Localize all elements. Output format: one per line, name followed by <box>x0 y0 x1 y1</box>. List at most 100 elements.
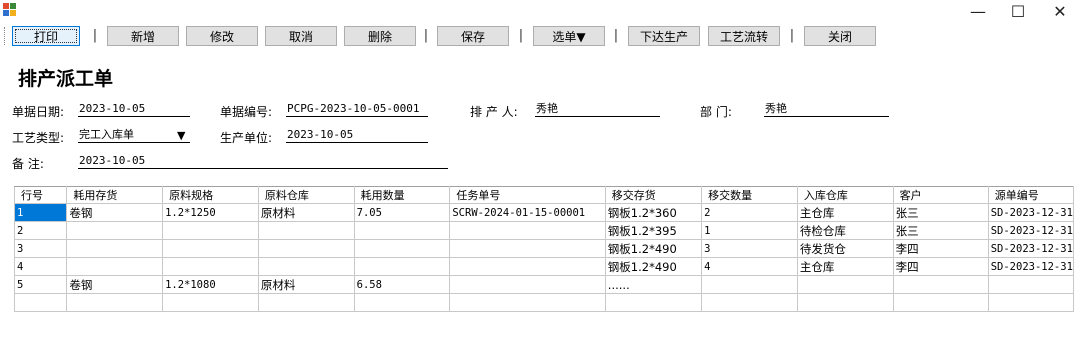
table-cell[interactable]: 待发货仓 <box>796 239 894 258</box>
table-cell[interactable]: SD-2023-12-31 <box>987 203 1074 222</box>
table-row[interactable]: 1 卷钢 1.2*1250 原材料 7.05 SCRW-2024-01-15-0… <box>13 203 1074 222</box>
toolbar-grip[interactable] <box>4 27 7 45</box>
table-cell[interactable] <box>162 239 259 258</box>
table-cell[interactable]: ...... <box>604 275 703 294</box>
process-flow-button[interactable]: 工艺流转 <box>708 26 780 46</box>
column-header-row-no[interactable]: 行号 <box>13 186 68 204</box>
table-cell[interactable] <box>66 293 164 312</box>
maximize-button[interactable]: ☐ <box>998 0 1038 22</box>
table-cell[interactable]: 李四 <box>892 239 989 258</box>
table-cell[interactable] <box>987 293 1074 312</box>
table-cell[interactable]: 3 <box>13 239 68 258</box>
table-cell[interactable] <box>257 239 355 258</box>
table-cell[interactable] <box>701 275 798 294</box>
close-window-button[interactable]: ✕ <box>1040 0 1074 22</box>
table-cell[interactable] <box>66 221 164 240</box>
table-cell[interactable] <box>796 275 894 294</box>
column-header-material-warehouse[interactable]: 原料仓库 <box>257 186 355 204</box>
minimize-button[interactable]: — <box>958 0 998 22</box>
table-cell[interactable]: 2 <box>701 203 798 222</box>
table-cell[interactable] <box>353 239 451 258</box>
dropdown-arrow-icon[interactable]: ▼ <box>177 129 185 142</box>
column-header-customer[interactable]: 客户 <box>892 186 989 204</box>
cancel-button[interactable]: 取消 <box>265 26 337 46</box>
table-cell[interactable]: 张三 <box>892 221 989 240</box>
table-cell[interactable]: 原材料 <box>257 203 355 222</box>
table-row[interactable]: 3 钢板1.2*490 3 待发货仓 李四 SD-2023-12-31 <box>13 239 1074 258</box>
table-cell[interactable]: 张三 <box>892 203 989 222</box>
column-header-material[interactable]: 耗用存货 <box>66 186 164 204</box>
table-cell[interactable]: 李四 <box>892 257 989 276</box>
table-cell[interactable] <box>796 293 894 312</box>
column-header-spec[interactable]: 原料规格 <box>162 186 259 204</box>
table-cell[interactable] <box>353 293 451 312</box>
table-cell[interactable] <box>701 293 798 312</box>
table-cell[interactable]: 1.2*1250 <box>162 203 259 222</box>
table-cell[interactable]: SCRW-2024-01-15-00001 <box>449 203 606 222</box>
table-cell[interactable] <box>449 257 606 276</box>
table-cell[interactable]: 原材料 <box>257 275 355 294</box>
table-cell[interactable] <box>449 221 606 240</box>
table-cell[interactable] <box>66 239 164 258</box>
edit-button[interactable]: 修改 <box>186 26 258 46</box>
column-header-source-no[interactable]: 源单编号 <box>987 186 1074 204</box>
issue-production-button[interactable]: 下达生产 <box>628 26 700 46</box>
scheduler-field[interactable]: 秀艳 <box>535 102 660 117</box>
column-header-consume-qty[interactable]: 耗用数量 <box>353 186 451 204</box>
table-cell[interactable]: 1.2*1080 <box>162 275 259 294</box>
doc-no-field[interactable]: PCPG-2023-10-05-0001 <box>286 102 428 117</box>
table-cell[interactable]: 6.58 <box>353 275 451 294</box>
table-cell[interactable]: 卷钢 <box>66 275 164 294</box>
table-cell[interactable]: 3 <box>701 239 798 258</box>
table-cell[interactable]: 钢板1.2*490 <box>604 239 703 258</box>
table-row[interactable]: 4 钢板1.2*490 4 主仓库 李四 SD-2023-12-31 <box>13 257 1074 276</box>
table-cell[interactable] <box>162 257 259 276</box>
column-header-transfer-item[interactable]: 移交存货 <box>604 186 703 204</box>
process-type-select[interactable]: 完工入库单 <box>78 128 190 143</box>
save-button[interactable]: 保存 <box>437 26 509 46</box>
column-header-task-no[interactable]: 任务单号 <box>449 186 606 204</box>
table-row[interactable]: 2 钢板1.2*395 1 待检仓库 张三 SD-2023-12-31 <box>13 221 1074 240</box>
table-cell[interactable] <box>449 293 606 312</box>
table-cell[interactable] <box>257 257 355 276</box>
table-cell[interactable] <box>66 257 164 276</box>
table-cell[interactable]: 钢板1.2*360 <box>604 203 703 222</box>
doc-date-field[interactable]: 2023-10-05 <box>78 102 190 117</box>
close-button[interactable]: 关闭 <box>804 26 876 46</box>
table-cell[interactable]: 4 <box>13 257 68 276</box>
table-cell[interactable]: 4 <box>701 257 798 276</box>
new-button[interactable]: 新增 <box>107 26 179 46</box>
column-header-inbound-warehouse[interactable]: 入库仓库 <box>796 186 894 204</box>
table-cell[interactable]: 待检仓库 <box>796 221 894 240</box>
table-cell[interactable] <box>449 239 606 258</box>
table-cell[interactable]: 主仓库 <box>796 257 894 276</box>
table-cell[interactable]: 2 <box>13 221 68 240</box>
table-cell[interactable] <box>162 293 259 312</box>
delete-button[interactable]: 删除 <box>344 26 416 46</box>
table-cell[interactable] <box>13 293 68 312</box>
table-cell[interactable]: 1 <box>13 203 68 222</box>
table-cell[interactable]: SD-2023-12-31 <box>987 239 1074 258</box>
table-cell[interactable]: SD-2023-12-31 <box>987 257 1074 276</box>
column-header-transfer-qty[interactable]: 移交数量 <box>701 186 798 204</box>
table-cell[interactable] <box>449 275 606 294</box>
table-cell[interactable]: 卷钢 <box>66 203 164 222</box>
table-cell[interactable] <box>162 221 259 240</box>
table-cell[interactable]: 钢板1.2*490 <box>604 257 703 276</box>
table-cell[interactable] <box>892 275 989 294</box>
table-cell[interactable] <box>353 221 451 240</box>
print-button[interactable]: 打印 <box>12 26 80 46</box>
remark-field[interactable]: 2023-10-05 <box>78 154 448 169</box>
table-row[interactable] <box>13 293 1074 312</box>
table-cell[interactable]: 钢板1.2*395 <box>604 221 703 240</box>
table-cell[interactable]: 主仓库 <box>796 203 894 222</box>
table-cell[interactable] <box>257 221 355 240</box>
table-cell[interactable] <box>353 257 451 276</box>
unit-field[interactable]: 2023-10-05 <box>286 128 428 143</box>
table-cell[interactable]: SD-2023-12-31 <box>987 221 1074 240</box>
table-cell[interactable]: 5 <box>13 275 68 294</box>
table-row[interactable]: 5 卷钢 1.2*1080 原材料 6.58 ...... <box>13 275 1074 294</box>
table-cell[interactable]: 1 <box>701 221 798 240</box>
table-cell[interactable] <box>604 293 703 312</box>
table-cell[interactable]: 7.05 <box>353 203 451 222</box>
